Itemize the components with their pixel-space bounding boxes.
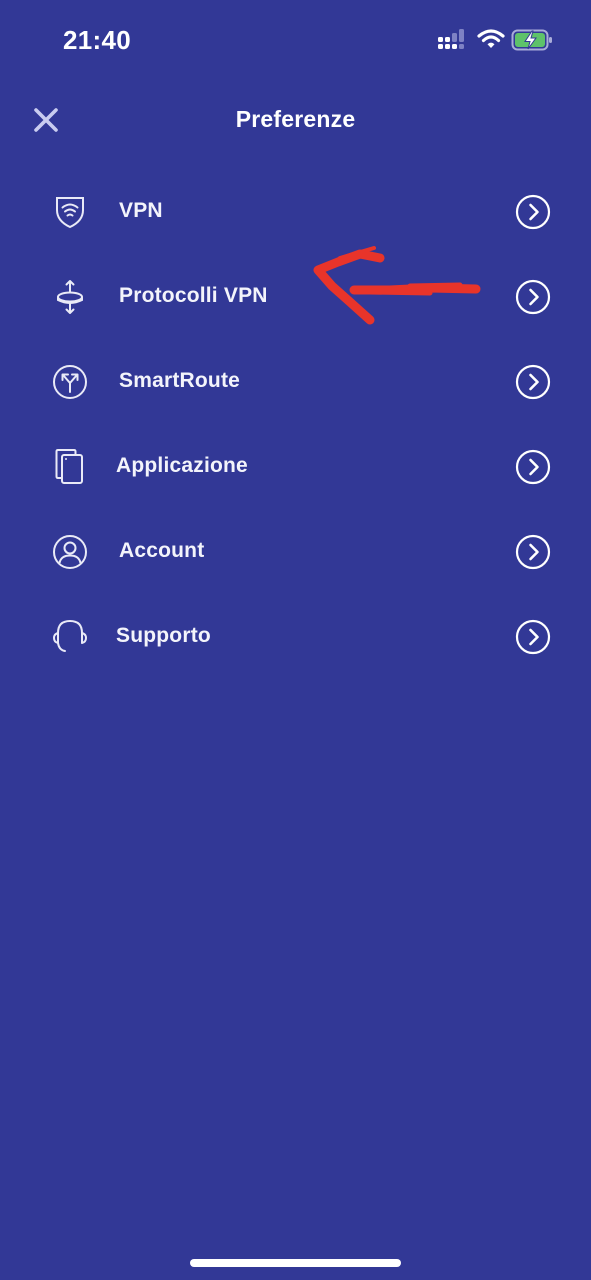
wifi-icon <box>477 29 505 48</box>
status-bar: 21:40 <box>0 0 591 80</box>
headset-icon <box>50 617 90 657</box>
menu-item-applicazione[interactable]: Applicazione <box>0 423 591 508</box>
chevron-right-icon <box>515 364 551 400</box>
signal-icon <box>438 29 464 49</box>
route-split-icon <box>50 362 90 402</box>
menu-item-label: Supporto <box>116 624 211 647</box>
chevron-right-icon <box>515 279 551 315</box>
menu-item-supporto[interactable]: Supporto <box>0 593 591 678</box>
menu-item-protocolli-vpn[interactable]: Protocolli VPN <box>0 253 591 338</box>
chevron-right-icon <box>515 619 551 655</box>
menu-item-label: SmartRoute <box>119 369 241 392</box>
menu-item-smartroute[interactable]: SmartRoute <box>0 338 591 423</box>
menu-item-vpn[interactable]: VPN <box>0 168 591 253</box>
menu-item-label: Account <box>119 539 205 562</box>
chevron-right-icon <box>515 449 551 485</box>
chevron-right-icon <box>515 194 551 230</box>
status-time: 21:40 <box>63 25 131 55</box>
menu-item-label: Applicazione <box>116 454 248 477</box>
header: Preferenze <box>0 92 591 148</box>
menu-item-label: VPN <box>119 199 163 222</box>
device-icon <box>50 447 90 487</box>
page-title: Preferenze <box>235 106 356 132</box>
menu-item-label: Protocolli VPN <box>119 284 268 307</box>
home-indicator[interactable] <box>190 1259 401 1267</box>
battery-charging-icon <box>511 29 552 51</box>
preferences-menu: VPN Protocolli VPN SmartRoute Applicazio… <box>0 168 591 678</box>
shield-wifi-icon <box>50 192 90 232</box>
menu-item-account[interactable]: Account <box>0 508 591 593</box>
user-circle-icon <box>50 532 90 572</box>
protocols-icon <box>50 277 90 317</box>
chevron-right-icon <box>515 534 551 570</box>
